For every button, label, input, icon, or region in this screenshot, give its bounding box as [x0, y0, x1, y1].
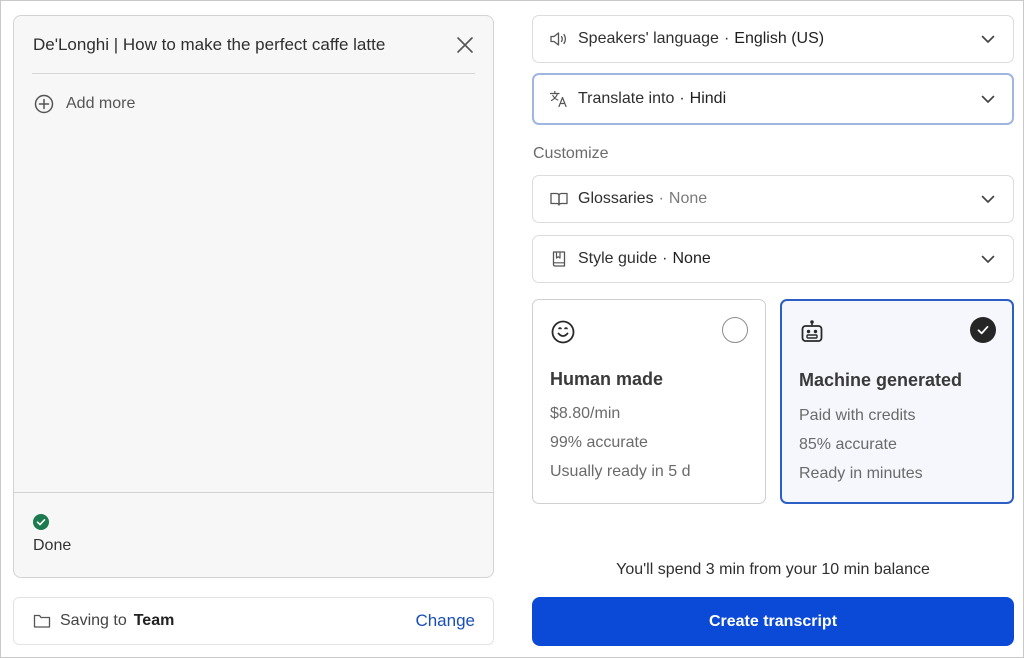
upload-status-area: Done [14, 492, 493, 577]
option-turnaround: Usually ready in 5 d [550, 463, 691, 480]
separator-dot: · [658, 190, 664, 207]
option-title: Human made [550, 369, 664, 389]
speakers-language-value: English (US) [734, 30, 825, 47]
check-circle-icon [33, 514, 49, 530]
speakers-language-label: Speakers' language [578, 30, 719, 47]
style-guide-value: None [672, 250, 711, 267]
saving-label: Saving to [60, 612, 127, 629]
robot-icon [801, 320, 823, 342]
style-guide-dropdown[interactable]: Style guide · None [532, 235, 1014, 283]
status-text: Done [33, 537, 72, 554]
speakers-language-dropdown[interactable]: Speakers' language · English (US) [532, 15, 1014, 63]
option-payment: Paid with credits [799, 407, 916, 424]
balance-summary: You'll spend 3 min from your 10 min bala… [616, 561, 930, 578]
option-human-made[interactable]: Human made $8.80/min 99% accurate Usuall… [532, 299, 766, 504]
option-price: $8.80/min [550, 405, 621, 422]
file-title: De'Longhi | How to make the perfect caff… [33, 34, 386, 54]
style-guide-label: Style guide [578, 250, 658, 267]
glossaries-value: None [668, 190, 708, 207]
folder-icon [33, 614, 51, 628]
add-circle-icon [34, 94, 54, 114]
translate-into-dropdown[interactable]: Translate into · Hindi [532, 73, 1014, 125]
option-radio-checked[interactable] [970, 317, 996, 343]
separator-dot: · [662, 250, 668, 267]
book-icon [552, 251, 566, 267]
close-icon [457, 36, 473, 53]
file-header: De'Longhi | How to make the perfect caff… [32, 16, 475, 74]
glossaries-dropdown[interactable]: Glossaries · None [532, 175, 1014, 223]
smiley-icon [551, 320, 575, 344]
option-radio-unchecked[interactable] [722, 317, 748, 343]
translate-into-label: Translate into [578, 90, 675, 107]
add-more-button[interactable]: Add more [34, 92, 135, 116]
saving-destination: Team [133, 612, 175, 629]
separator-dot: · [679, 90, 685, 107]
option-accuracy: 99% accurate [550, 434, 648, 451]
option-title: Machine generated [799, 370, 963, 390]
app-window: De'Longhi | How to make the perfect caff… [0, 0, 1024, 658]
option-machine-generated[interactable]: Machine generated Paid with credits 85% … [780, 299, 1014, 504]
chevron-down-icon [981, 195, 995, 203]
chevron-down-icon [981, 255, 995, 263]
create-transcript-button[interactable]: Create transcript [532, 597, 1014, 646]
option-accuracy: 85% accurate [799, 436, 897, 453]
add-more-label: Add more [66, 95, 136, 112]
checkmark-icon [977, 325, 989, 335]
chevron-down-icon [981, 95, 995, 103]
chevron-down-icon [981, 35, 995, 43]
separator-dot: · [723, 30, 730, 47]
option-turnaround: Ready in minutes [799, 465, 923, 482]
book-open-icon [550, 192, 568, 206]
saving-location-bar: Saving to Team Change [13, 597, 494, 645]
change-destination-link[interactable]: Change [415, 611, 475, 631]
file-panel: De'Longhi | How to make the perfect caff… [13, 15, 494, 578]
remove-file-button[interactable] [453, 33, 477, 57]
speaker-icon [550, 32, 567, 46]
glossaries-label: Glossaries [578, 190, 654, 207]
translate-icon [549, 90, 567, 108]
translate-into-value: Hindi [689, 90, 727, 107]
customize-heading: Customize [533, 145, 609, 162]
